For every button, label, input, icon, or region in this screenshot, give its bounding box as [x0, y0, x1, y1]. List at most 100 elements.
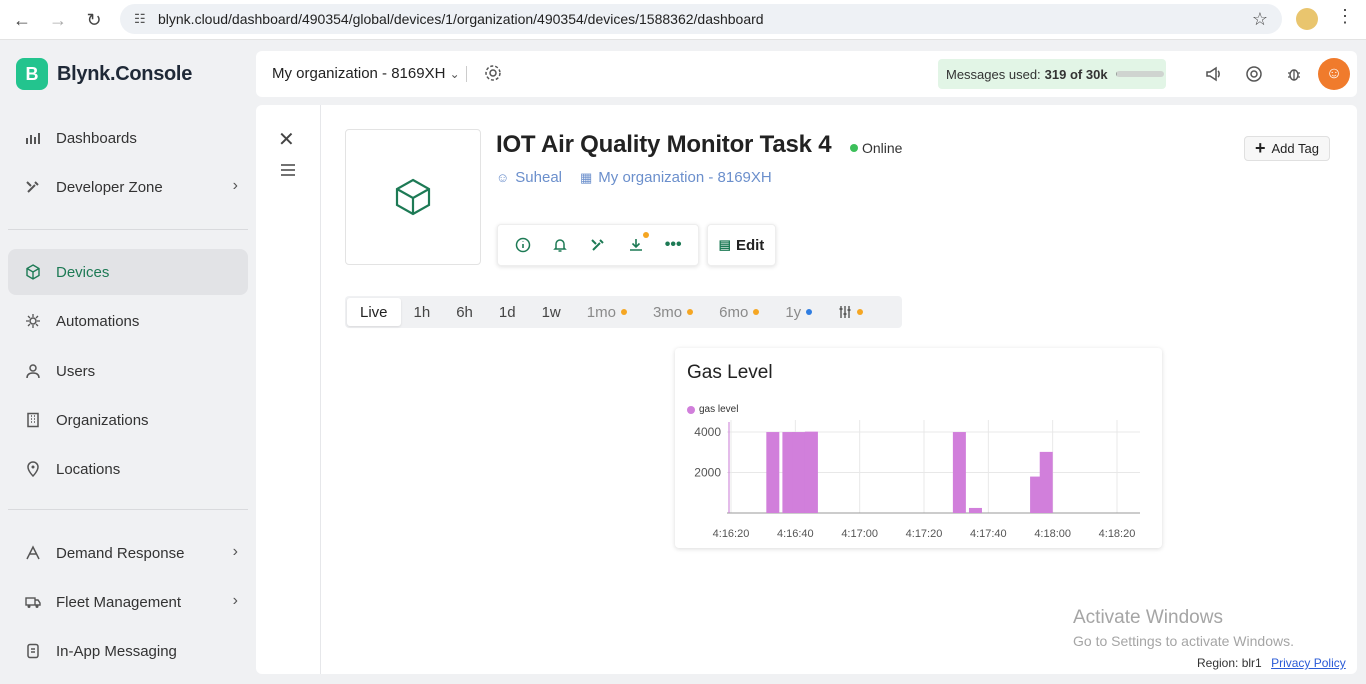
- add-tag-button[interactable]: + Add Tag: [1244, 136, 1330, 161]
- avatar[interactable]: ☺: [1318, 58, 1350, 90]
- watermark-line-2: Go to Settings to activate Windows.: [1073, 633, 1294, 649]
- gas-level-widget[interactable]: Gas Level gas level 2000 4000 4:16:20 4:16:…: [675, 348, 1162, 548]
- x-tick-label: 4:16:40: [777, 528, 814, 540]
- bookmark-star-icon[interactable]: ☆: [1252, 9, 1268, 30]
- time-range-selector: Live 1h 6h 1d 1w 1mo 3mo 6mo 1y: [345, 296, 902, 328]
- site-settings-icon[interactable]: ☷: [134, 11, 152, 27]
- sun-gear-icon: [24, 312, 42, 330]
- device-meta: ☺ Suheal ▦ My organization - 8169XH: [496, 169, 772, 186]
- download-icon[interactable]: [625, 232, 649, 256]
- chevron-right-icon: ›: [232, 177, 238, 194]
- device-owner-link[interactable]: Suheal: [515, 169, 562, 186]
- gear-icon[interactable]: [484, 64, 502, 87]
- device-organization-link[interactable]: My organization - 8169XH: [598, 169, 771, 186]
- sidebar-item-devices[interactable]: Devices: [8, 249, 248, 295]
- messages-value: 319 of 30k: [1044, 66, 1108, 82]
- x-tick-label: 4:18:20: [1099, 528, 1136, 540]
- address-bar[interactable]: ☷ blynk.cloud/dashboard/490354/global/de…: [120, 4, 1282, 34]
- chevron-right-icon: ›: [232, 543, 238, 560]
- premium-dot: [753, 309, 760, 315]
- y-tick-label: 2000: [694, 466, 721, 480]
- chart-icon: [24, 129, 42, 147]
- chart-bar: [968, 507, 982, 513]
- time-range-1mo[interactable]: 1mo: [574, 298, 640, 326]
- reload-icon[interactable]: ↻: [76, 2, 112, 38]
- sidebar-item-label: Fleet Management: [56, 593, 182, 611]
- organization-name: My organization - 8169XH: [272, 65, 446, 82]
- time-range-live[interactable]: Live: [347, 298, 401, 326]
- logo-badge: B: [16, 58, 48, 90]
- sidebar-item-fleet-management[interactable]: Fleet Management ›: [8, 579, 248, 625]
- time-range-label: 1w: [541, 303, 561, 321]
- x-tick-label: 4:17:00: [841, 528, 878, 540]
- url-text: blynk.cloud/dashboard/490354/global/devi…: [158, 11, 764, 27]
- header-divider: [466, 66, 467, 82]
- time-range-6mo[interactable]: 6mo: [706, 298, 772, 326]
- plus-icon: +: [1255, 138, 1266, 158]
- time-range-label: 6h: [456, 303, 473, 321]
- sidebar-item-locations[interactable]: Locations: [8, 446, 248, 492]
- browser-menu-icon[interactable]: ⋮: [1336, 6, 1354, 27]
- sidebar-item-automations[interactable]: Automations: [8, 298, 248, 344]
- time-range-1y[interactable]: 1y: [772, 298, 825, 326]
- bell-icon[interactable]: [549, 234, 571, 256]
- time-range-label: 6mo: [719, 303, 749, 321]
- response-icon: [24, 544, 42, 562]
- status-badge: Online: [850, 140, 902, 156]
- time-range-3mo[interactable]: 3mo: [640, 298, 706, 326]
- sidebar-item-users[interactable]: Users: [8, 348, 248, 394]
- custom-range-button[interactable]: [825, 298, 876, 326]
- sidebar-divider: [8, 229, 248, 230]
- help-lifebuoy-icon[interactable]: [1244, 64, 1264, 84]
- message-icon: [24, 642, 42, 660]
- edit-label: Edit: [735, 236, 765, 254]
- browser-toolbar: ← → ↻ ☷ blynk.cloud/dashboard/490354/glo…: [0, 0, 1366, 40]
- messages-usage: Messages used: 319 of 30k: [938, 59, 1166, 89]
- extension-icon[interactable]: [1296, 8, 1318, 30]
- sidebar-item-developer-zone[interactable]: Developer Zone ›: [8, 164, 248, 210]
- sidebar: B Blynk.Console Dashboards Developer Zon…: [0, 41, 256, 684]
- header-bar: My organization - 8169XH ⌄ Messages used…: [256, 51, 1357, 97]
- cube-icon: [24, 263, 42, 281]
- time-range-6h[interactable]: 6h: [443, 298, 486, 326]
- y-tick-label: 4000: [694, 425, 721, 439]
- x-tick-label: 4:17:40: [970, 528, 1007, 540]
- forward-icon[interactable]: →: [40, 2, 76, 38]
- sidebar-item-label: Automations: [56, 312, 140, 330]
- time-range-1h[interactable]: 1h: [401, 298, 444, 326]
- back-icon[interactable]: ←: [4, 2, 40, 38]
- sidebar-item-demand-response[interactable]: Demand Response ›: [8, 530, 248, 576]
- windows-activation-watermark: Activate Windows Go to Settings to activ…: [1073, 607, 1294, 649]
- chevron-down-icon: ⌄: [449, 67, 460, 81]
- tools-icon[interactable]: [587, 234, 609, 256]
- sidebar-item-in-app-messaging[interactable]: In-App Messaging: [8, 628, 248, 674]
- user-icon: ☺: [496, 170, 510, 185]
- sidebar-item-label: Devices: [56, 263, 110, 281]
- menu-icon[interactable]: [280, 163, 296, 182]
- truck-icon: [24, 593, 42, 611]
- time-range-1w[interactable]: 1w: [529, 298, 574, 326]
- more-icon[interactable]: •••: [662, 234, 684, 256]
- info-icon[interactable]: [512, 234, 534, 256]
- megaphone-icon[interactable]: [1204, 64, 1224, 84]
- gas-level-chart: 2000 4000 4:16:20 4:16:40 4:17:00 4:17:20 4:17…: [694, 420, 1140, 540]
- time-range-label: 1h: [413, 303, 431, 321]
- sidebar-item-label: In-App Messaging: [56, 642, 177, 660]
- privacy-policy-link[interactable]: Privacy Policy: [1271, 656, 1346, 670]
- sidebar-item-label: Locations: [56, 460, 121, 478]
- messages-label: Messages used:: [946, 66, 1041, 82]
- sidebar-item-dashboards[interactable]: Dashboards: [8, 115, 248, 161]
- bug-icon[interactable]: [1284, 64, 1304, 84]
- chart-bar: [804, 431, 818, 513]
- organization-selector[interactable]: My organization - 8169XH ⌄: [272, 65, 460, 82]
- building-icon: ▦: [580, 169, 593, 185]
- sidebar-item-label: Demand Response: [56, 544, 185, 562]
- time-range-1d[interactable]: 1d: [486, 298, 529, 326]
- app-logo[interactable]: B Blynk.Console: [16, 58, 192, 90]
- sidebar-item-organizations[interactable]: Organizations: [8, 397, 248, 443]
- close-icon[interactable]: ✕: [278, 127, 295, 152]
- sliders-icon: [839, 306, 851, 318]
- notification-dot: [642, 232, 649, 238]
- sidebar-item-label: Dashboards: [56, 129, 137, 147]
- edit-button[interactable]: ▤ Edit: [707, 224, 776, 266]
